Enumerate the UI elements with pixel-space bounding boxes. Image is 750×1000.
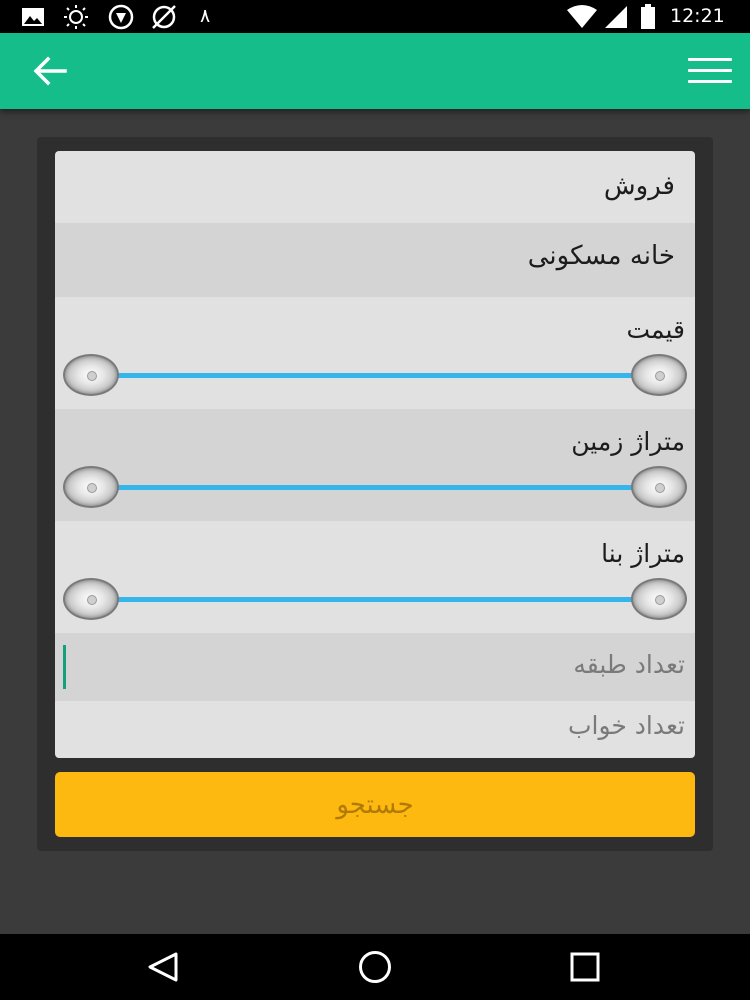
wifi-icon [565, 4, 599, 29]
floors-placeholder: تعداد طبقه [573, 650, 685, 679]
arrow-left-icon [33, 56, 67, 86]
nav-home-button[interactable] [345, 946, 405, 988]
menu-button[interactable] [682, 53, 734, 89]
search-button[interactable]: جستجو [55, 772, 695, 837]
recents-square-icon [570, 952, 600, 982]
building-area-min-thumb[interactable] [63, 578, 119, 620]
nav-recents-button[interactable] [555, 946, 615, 988]
price-max-thumb[interactable] [631, 354, 687, 396]
price-min-thumb[interactable] [63, 354, 119, 396]
land-area-range-slider[interactable] [90, 485, 650, 490]
building-area-row: متراژ بنا [55, 521, 695, 633]
hamburger-menu-icon [688, 58, 732, 61]
home-circle-icon [359, 951, 391, 983]
property-type-select[interactable]: خانه مسکونی [55, 223, 695, 297]
land-area-label: متراژ زمین [571, 427, 685, 456]
brightness-icon [60, 4, 92, 29]
text-cursor [63, 645, 66, 689]
notification-digit: ۸ [200, 5, 211, 27]
data-saver-icon [148, 4, 180, 29]
building-area-range-slider[interactable] [90, 597, 650, 602]
floors-input[interactable]: تعداد طبقه [55, 633, 695, 701]
price-label: قیمت [626, 315, 686, 344]
bedrooms-input[interactable]: تعداد خواب [55, 701, 695, 758]
nav-back-button[interactable] [133, 946, 193, 988]
transaction-type-value: فروش [603, 171, 675, 201]
property-type-value: خانه مسکونی [527, 241, 675, 271]
battery-icon [638, 3, 658, 29]
back-button[interactable] [28, 51, 72, 91]
image-icon [20, 4, 46, 29]
price-range-row: قیمت [55, 297, 695, 409]
system-nav-bar [0, 934, 750, 1000]
land-area-min-thumb[interactable] [63, 466, 119, 508]
building-area-max-thumb[interactable] [631, 578, 687, 620]
vpn-shield-icon [106, 4, 136, 29]
clock: 12:21 [670, 5, 725, 27]
building-area-label: متراژ بنا [601, 539, 685, 568]
app-bar [0, 33, 750, 109]
cellular-signal-icon [603, 4, 629, 29]
search-form: فروش خانه مسکونی قیمت متراژ زمین متراژ ب… [55, 151, 695, 758]
back-triangle-icon [148, 952, 178, 982]
status-bar: ۸ 12:21 [0, 0, 750, 33]
transaction-type-select[interactable]: فروش [55, 151, 695, 223]
bedrooms-placeholder: تعداد خواب [567, 711, 685, 740]
land-area-row: متراژ زمین [55, 409, 695, 521]
land-area-max-thumb[interactable] [631, 466, 687, 508]
price-range-slider[interactable] [90, 373, 650, 378]
